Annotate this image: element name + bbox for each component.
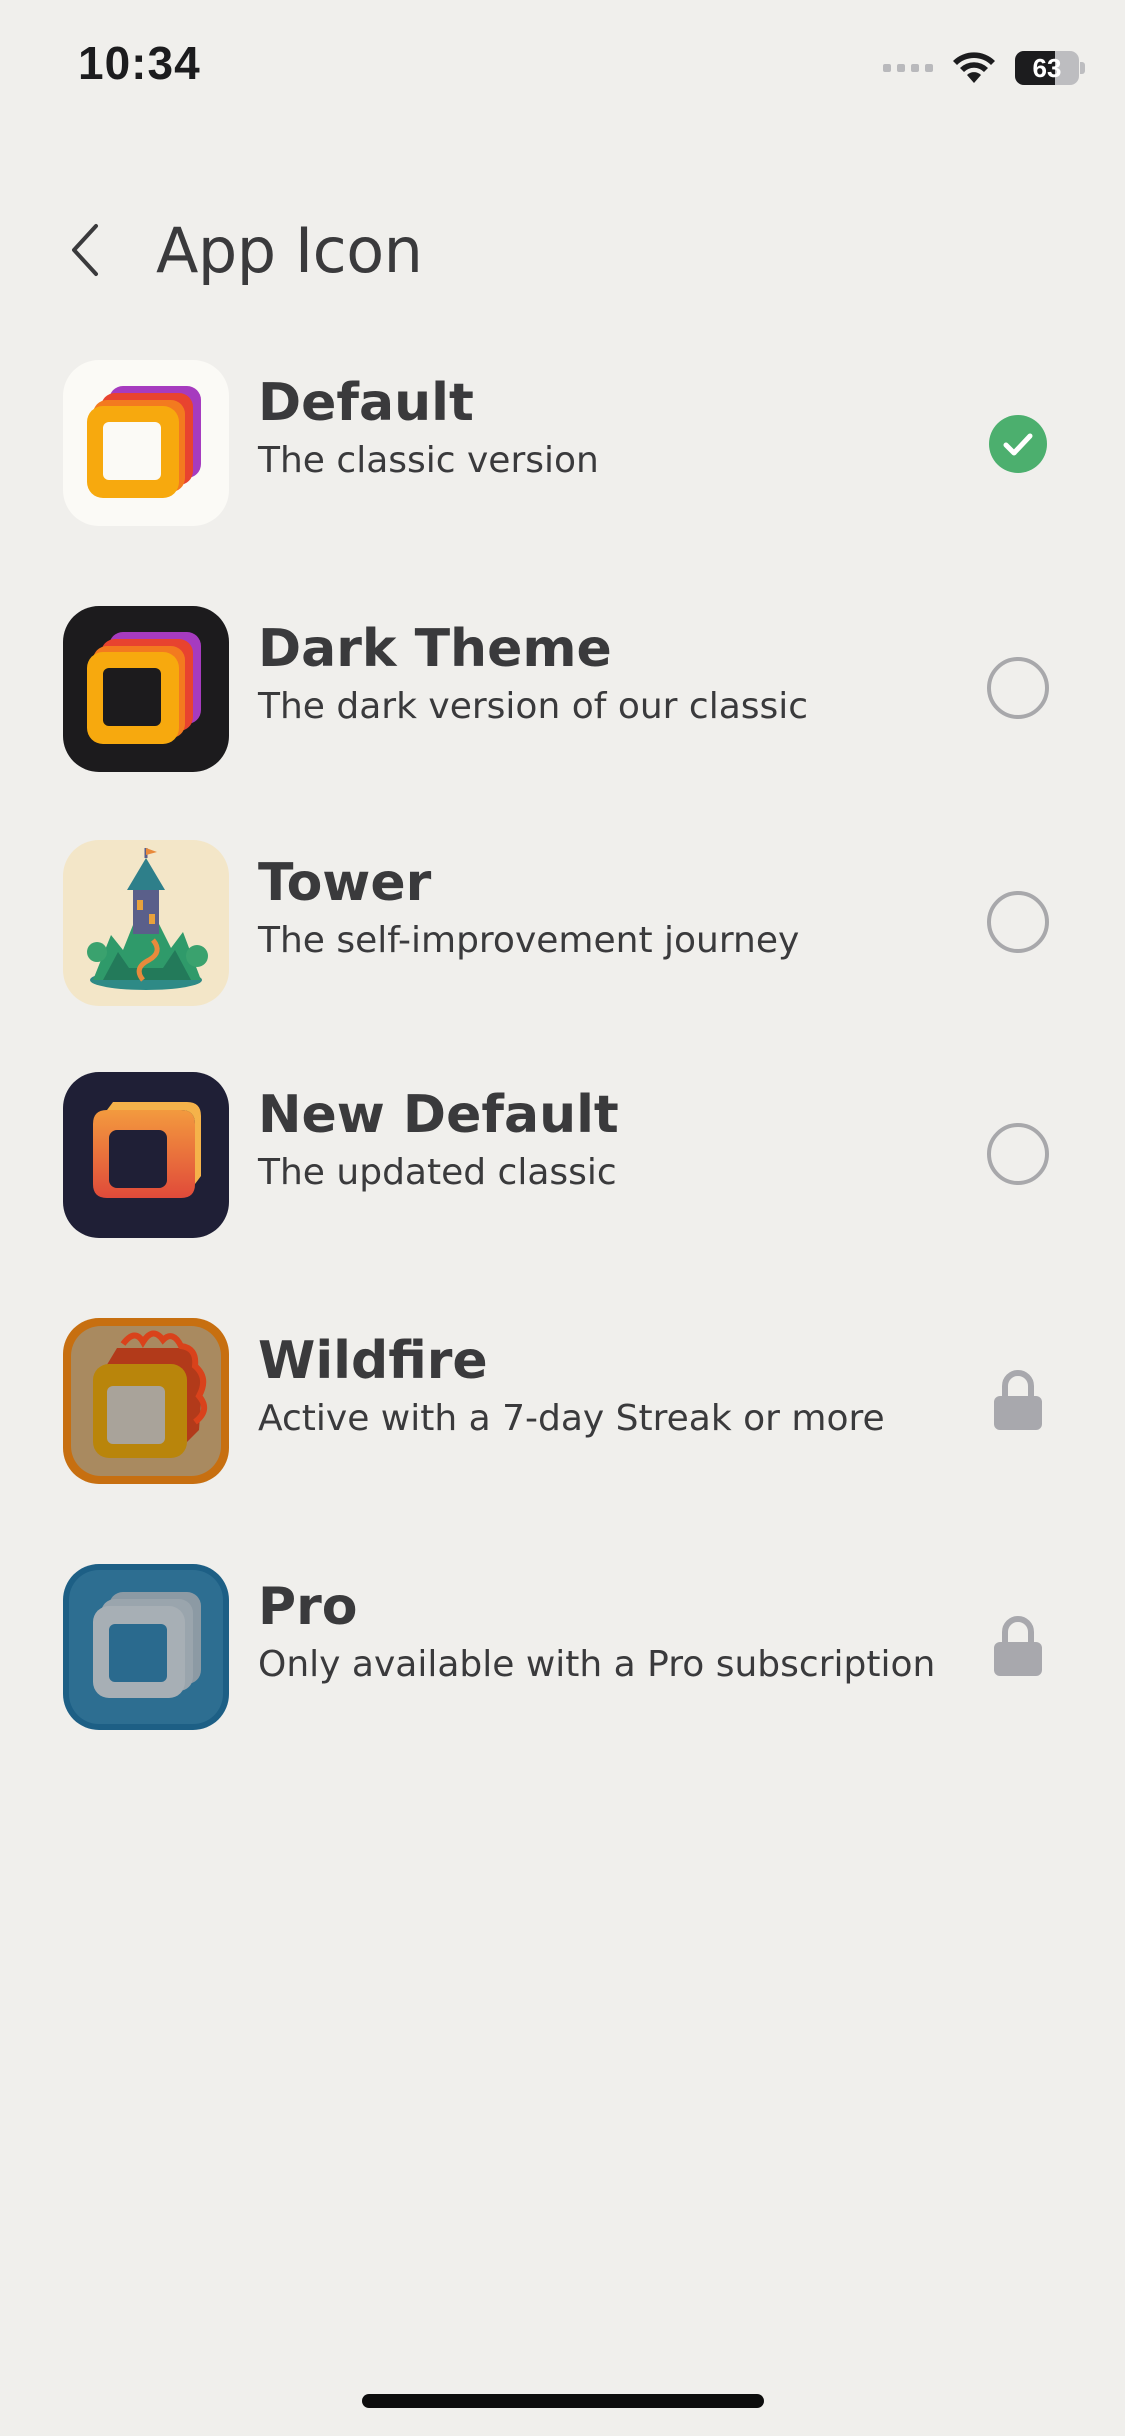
wildfire-app-icon [63, 1318, 229, 1484]
page-title: App Icon [156, 214, 423, 287]
new-default-app-icon [63, 1072, 229, 1238]
dark-theme-app-icon [63, 606, 229, 772]
option-subtitle: The classic version [258, 440, 599, 481]
chevron-left-icon [72, 224, 98, 276]
option-subtitle: Only available with a Pro subscription [258, 1644, 936, 1685]
lock-icon [994, 1616, 1042, 1676]
pro-app-icon [63, 1564, 229, 1730]
home-indicator[interactable] [362, 2394, 764, 2408]
icon-option-default[interactable]: Default The classic version [0, 360, 1125, 528]
icon-option-dark-theme[interactable]: Dark Theme The dark version of our class… [0, 606, 1125, 774]
icon-option-tower[interactable]: Tower The self-improvement journey [0, 840, 1125, 1008]
battery-icon: 63 [1015, 51, 1085, 85]
selected-radio[interactable] [986, 412, 1050, 476]
icon-option-new-default[interactable]: New Default The updated classic [0, 1072, 1125, 1240]
radio-empty-icon [987, 657, 1049, 719]
status-indicators: 63 [883, 46, 1085, 90]
nav-header: App Icon [0, 200, 1125, 300]
locked-indicator [986, 1368, 1050, 1432]
status-time: 10:34 [78, 37, 201, 89]
option-subtitle: The self-improvement journey [258, 920, 800, 961]
option-title: Default [258, 373, 474, 433]
icon-option-wildfire[interactable]: Wildfire Active with a 7-day Streak or m… [0, 1318, 1125, 1486]
back-button[interactable] [56, 218, 116, 282]
status-bar: 10:34 63 [0, 0, 1125, 140]
radio-empty-icon [987, 1123, 1049, 1185]
option-title: Wildfire [258, 1331, 488, 1391]
option-title: Tower [258, 853, 432, 913]
option-title: Pro [258, 1577, 358, 1637]
locked-indicator [986, 1614, 1050, 1678]
option-subtitle: The dark version of our classic [258, 686, 809, 727]
lock-icon [994, 1370, 1042, 1430]
unselected-radio[interactable] [986, 656, 1050, 720]
unselected-radio[interactable] [986, 1122, 1050, 1186]
default-app-icon [63, 360, 229, 526]
radio-empty-icon [987, 891, 1049, 953]
checkmark-circle-icon [989, 415, 1047, 473]
cellular-signal-icon [883, 64, 933, 72]
icon-option-pro[interactable]: Pro Only available with a Pro subscripti… [0, 1564, 1125, 1732]
option-title: New Default [258, 1085, 619, 1145]
tower-app-icon [63, 840, 229, 1006]
option-subtitle: The updated classic [258, 1152, 617, 1193]
option-title: Dark Theme [258, 619, 612, 679]
wifi-icon [953, 52, 995, 83]
battery-level: 63 [1032, 53, 1062, 83]
unselected-radio[interactable] [986, 890, 1050, 954]
option-subtitle: Active with a 7-day Streak or more [258, 1398, 885, 1439]
